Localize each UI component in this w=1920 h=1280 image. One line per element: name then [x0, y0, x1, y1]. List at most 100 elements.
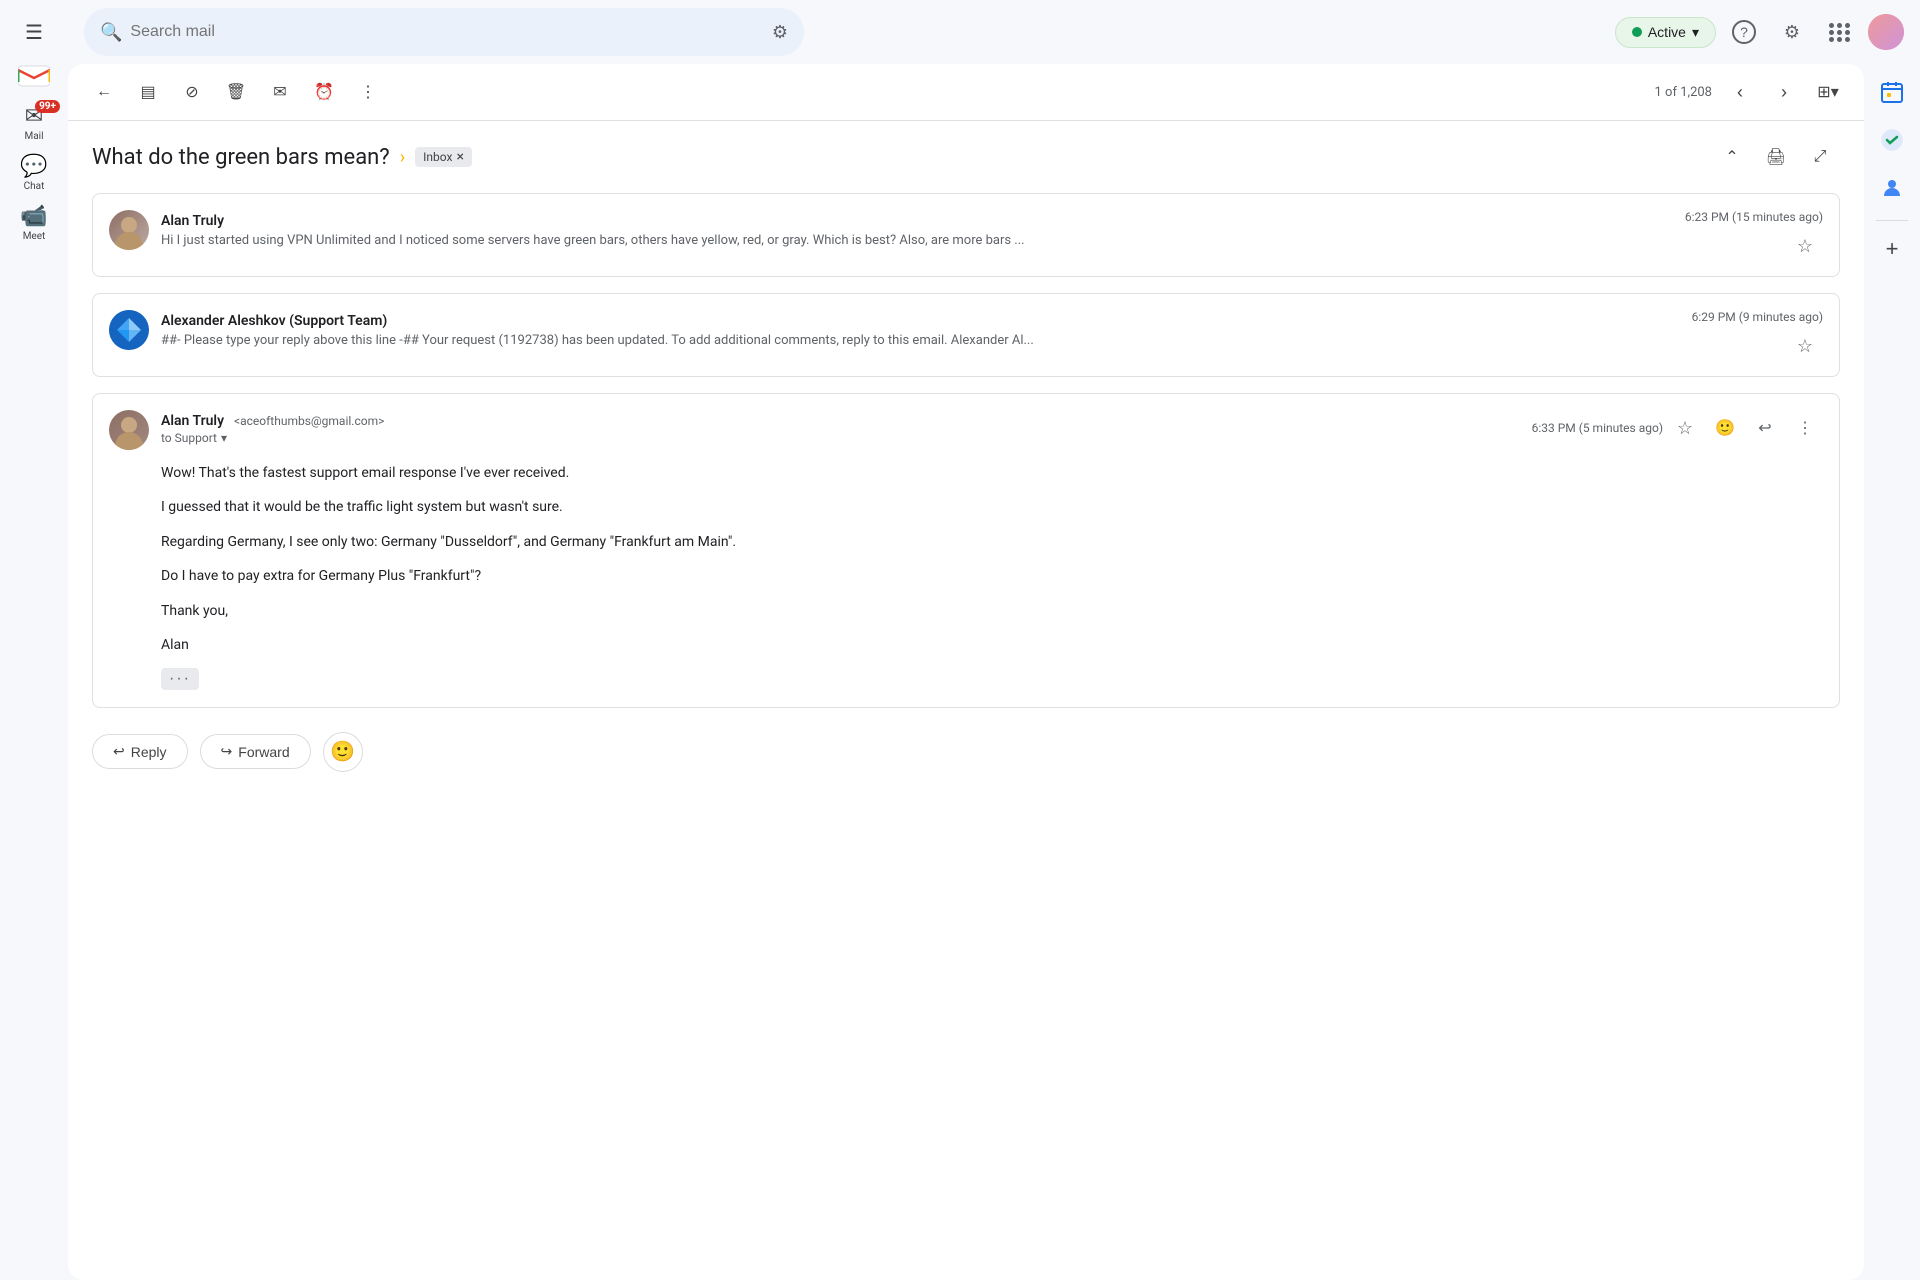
- external-link-button[interactable]: ⤢: [1800, 137, 1840, 177]
- right-sidebar: +: [1864, 64, 1920, 1280]
- sender-name-2: Alexander Aleshkov (Support Team): [161, 313, 387, 329]
- message-1-header[interactable]: Alan Truly Hi I just started using VPN U…: [93, 194, 1839, 276]
- tasks-sidebar-button[interactable]: [1872, 120, 1912, 160]
- more-toolbar-button[interactable]: ⋮: [348, 72, 388, 112]
- prev-email-button[interactable]: ‹: [1720, 72, 1760, 112]
- subject-up-button[interactable]: ⌃: [1712, 137, 1752, 177]
- plus-icon: +: [1886, 236, 1899, 262]
- reply-label: Reply: [131, 744, 167, 760]
- archive-icon: ▤: [140, 82, 155, 102]
- more-message-button[interactable]: ⋮: [1787, 410, 1823, 446]
- message-2-header[interactable]: Alexander Aleshkov (Support Team) ##- Pl…: [93, 294, 1839, 376]
- avatar-image: [109, 210, 149, 250]
- star-button-2[interactable]: ☆: [1787, 328, 1823, 364]
- active-label: Active: [1648, 24, 1686, 40]
- message-3-header[interactable]: Alan Truly <aceofthumbs@gmail.com> to Su…: [93, 394, 1839, 462]
- prev-icon: ‹: [1737, 82, 1743, 103]
- hamburger-icon: ☰: [25, 20, 43, 45]
- subject-forward-icon: ›: [400, 147, 405, 168]
- chat-label: Chat: [24, 181, 45, 192]
- help-icon: ?: [1732, 20, 1756, 44]
- next-icon: ›: [1781, 82, 1787, 103]
- contacts-sidebar-button[interactable]: [1872, 168, 1912, 208]
- search-input[interactable]: [130, 23, 763, 41]
- print-icon: 🖨: [1766, 147, 1786, 167]
- active-status-button[interactable]: Active ▾: [1615, 17, 1716, 48]
- mark-unread-button[interactable]: ✉: [260, 72, 300, 112]
- delete-icon: 🗑: [226, 82, 246, 102]
- message-1-preview: Hi I just started using VPN Unlimited an…: [161, 233, 1685, 248]
- message-3-body: Wow! That's the fastest support email re…: [93, 462, 1839, 707]
- reply-arrow-icon: ↩: [113, 743, 125, 760]
- delete-button[interactable]: 🗑: [216, 72, 256, 112]
- search-icon: 🔍: [100, 22, 122, 43]
- emoji-reaction-button[interactable]: 🙂: [1707, 410, 1743, 446]
- settings-icon: ⚙: [1784, 22, 1800, 43]
- mail-badge: 99+: [35, 100, 60, 113]
- subject-line: What do the green bars mean? › Inbox × ⌃…: [68, 121, 1864, 185]
- to-chevron-icon[interactable]: ▾: [221, 431, 227, 445]
- filter-icon[interactable]: ⚙: [772, 22, 788, 43]
- forward-arrow-icon: ↪: [221, 743, 233, 760]
- meet-icon: 📹: [20, 204, 47, 229]
- up-icon: ⌃: [1725, 147, 1738, 167]
- gmail-logo[interactable]: [18, 64, 50, 88]
- active-chevron-icon: ▾: [1692, 24, 1699, 41]
- thread-panel: ← ▤ ⊘ 🗑 ✉ ⏰ ⋮: [68, 64, 1864, 1280]
- reply-button[interactable]: ↩ Reply: [92, 734, 188, 769]
- message-2: Alexander Aleshkov (Support Team) ##- Pl…: [92, 293, 1840, 377]
- meet-nav-item[interactable]: 📹 Meet: [6, 200, 62, 246]
- chat-icon: 💬: [20, 154, 47, 179]
- contacts-icon: [1880, 176, 1904, 200]
- settings-button[interactable]: ⚙: [1772, 12, 1812, 52]
- emoji-reply-button[interactable]: 🙂: [323, 732, 363, 772]
- sender-email-3: <aceofthumbs@gmail.com>: [234, 414, 384, 428]
- calendar-sidebar-button[interactable]: [1872, 72, 1912, 112]
- message-2-avatar: [109, 310, 149, 350]
- body-line-3: Regarding Germany, I see only two: Germa…: [161, 531, 1823, 553]
- sender-name-3: Alan Truly: [161, 413, 224, 429]
- forward-label: Forward: [238, 744, 289, 760]
- spam-icon: ⊘: [185, 82, 198, 102]
- sender-name-1: Alan Truly: [161, 213, 224, 229]
- message-1-avatar: [109, 210, 149, 250]
- star-button-3[interactable]: ☆: [1667, 410, 1703, 446]
- email-toolbar: ← ▤ ⊘ 🗑 ✉ ⏰ ⋮: [68, 64, 1864, 121]
- external-link-icon: ⤢: [1814, 148, 1827, 166]
- snooze-button[interactable]: ⏰: [304, 72, 344, 112]
- star-button-1[interactable]: ☆: [1787, 228, 1823, 264]
- view-toggle-button[interactable]: ⊞ ▾: [1808, 72, 1848, 112]
- snooze-icon: ⏰: [314, 82, 334, 102]
- show-more-button[interactable]: ···: [161, 668, 199, 690]
- mail-label: Mail: [24, 131, 43, 142]
- inbox-tag[interactable]: Inbox ×: [415, 147, 472, 167]
- view-chevron-icon: ▾: [1831, 82, 1839, 102]
- apps-button[interactable]: [1820, 12, 1860, 52]
- spam-button[interactable]: ⊘: [172, 72, 212, 112]
- main-area: 🔍 ⚙ Active ▾ ? ⚙: [68, 0, 1920, 1280]
- menu-button[interactable]: ☰: [10, 8, 58, 56]
- help-button[interactable]: ?: [1724, 12, 1764, 52]
- email-subject: What do the green bars mean?: [92, 145, 390, 170]
- back-icon: ←: [96, 83, 112, 101]
- inbox-tag-close-icon[interactable]: ×: [456, 149, 463, 165]
- reply-forward-row: ↩ Reply ↪ Forward 🙂: [68, 716, 1864, 796]
- user-avatar[interactable]: [1868, 14, 1904, 50]
- archive-button[interactable]: ▤: [128, 72, 168, 112]
- reply-inline-button[interactable]: ↩: [1747, 410, 1783, 446]
- search-bar[interactable]: 🔍 ⚙: [84, 8, 804, 56]
- message-2-preview: ##- Please type your reply above this li…: [161, 333, 1692, 348]
- next-email-button[interactable]: ›: [1764, 72, 1804, 112]
- forward-button[interactable]: ↪ Forward: [200, 734, 311, 769]
- back-button[interactable]: ←: [84, 72, 124, 112]
- body-line-6: Alan: [161, 634, 1823, 656]
- message-2-time: 6:29 PM (9 minutes ago): [1692, 310, 1823, 324]
- top-header: 🔍 ⚙ Active ▾ ? ⚙: [68, 0, 1920, 64]
- add-apps-button[interactable]: +: [1876, 233, 1908, 265]
- header-actions: Active ▾ ? ⚙: [1615, 12, 1904, 52]
- mail-nav-item[interactable]: 99+ ✉ Mail: [6, 100, 62, 146]
- chat-nav-item[interactable]: 💬 Chat: [6, 150, 62, 196]
- message-2-meta: Alexander Aleshkov (Support Team) ##- Pl…: [161, 310, 1692, 348]
- print-button[interactable]: 🖨: [1756, 137, 1796, 177]
- body-line-5: Thank you,: [161, 600, 1823, 622]
